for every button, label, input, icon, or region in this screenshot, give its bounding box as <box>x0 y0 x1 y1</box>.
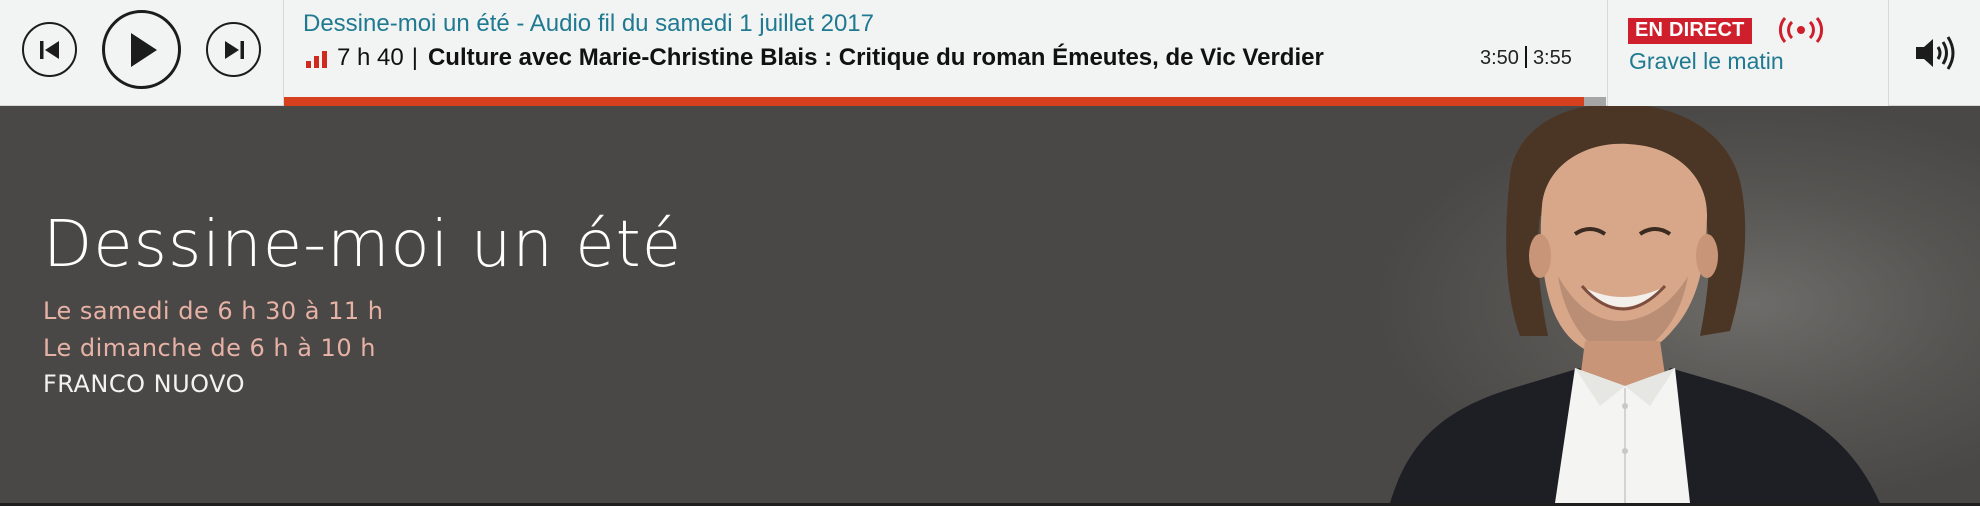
segment-separator: | <box>411 44 418 71</box>
segment-time: 7 h 40 <box>337 44 404 71</box>
play-icon <box>130 32 157 67</box>
host-name: FRANCO NUOVO <box>43 370 246 398</box>
playback-controls <box>0 0 282 106</box>
playback-times: 3:50 3:55 <box>1480 46 1572 70</box>
host-portrait <box>1390 106 1880 503</box>
play-button[interactable] <box>102 10 181 89</box>
time-divider <box>1524 46 1527 68</box>
signal-bars-icon <box>306 48 327 68</box>
show-title-link[interactable]: Dessine-moi un été - Audio fil du samedi… <box>303 10 874 38</box>
broadcast-icon <box>1778 17 1824 43</box>
volume-icon <box>1916 36 1955 70</box>
skip-next-icon <box>224 40 244 59</box>
elapsed-time: 3:50 <box>1480 47 1519 69</box>
progress-fill <box>284 97 1584 106</box>
live-panel[interactable]: EN DIRECT Gravel le matin <box>1607 0 1889 106</box>
now-playing-panel: Dessine-moi un été - Audio fil du samedi… <box>283 0 1606 106</box>
volume-button[interactable] <box>1890 0 1980 106</box>
total-duration: 3:55 <box>1532 47 1572 69</box>
progress-track[interactable] <box>284 97 1606 106</box>
skip-previous-button[interactable] <box>22 22 77 77</box>
segment-title: Culture avec Marie-Christine Blais : Cri… <box>427 44 1324 71</box>
live-show-title[interactable]: Gravel le matin <box>1629 48 1784 75</box>
live-badge: EN DIRECT <box>1628 18 1752 44</box>
hero-show-title: Dessine-moi un été <box>43 208 683 282</box>
segment-line: 7 h 40 | Culture avec Marie-Christine Bl… <box>306 44 1324 72</box>
skip-previous-icon <box>39 40 59 59</box>
audio-player-bar: Dessine-moi un été - Audio fil du samedi… <box>0 0 1980 106</box>
skip-next-button[interactable] <box>206 22 261 77</box>
schedule-saturday: Le samedi de 6 h 30 à 11 h <box>43 297 384 325</box>
schedule-sunday: Le dimanche de 6 h à 10 h <box>43 334 376 362</box>
show-hero-banner: Dessine-moi un été Le samedi de 6 h 30 à… <box>0 106 1980 503</box>
